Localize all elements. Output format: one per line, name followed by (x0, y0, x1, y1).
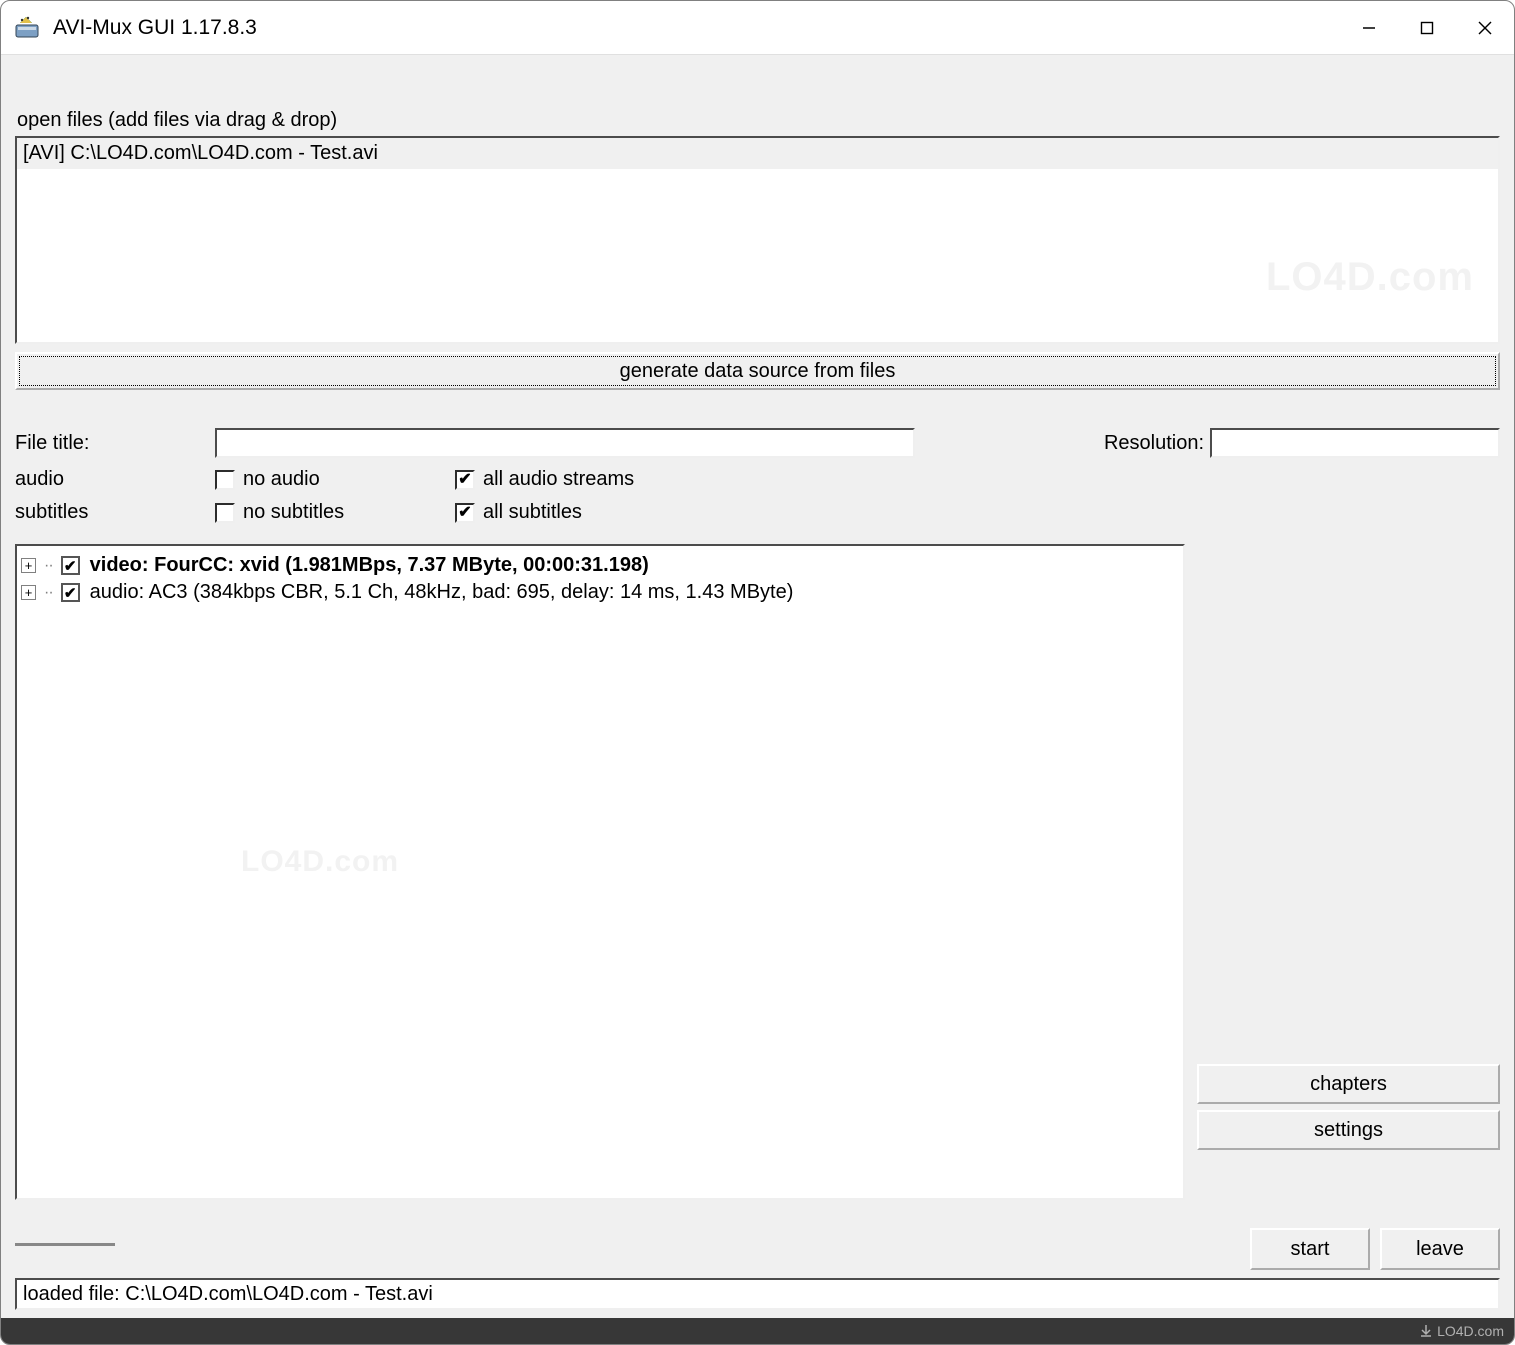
all-subtitles-checkbox[interactable]: ✔ all subtitles (455, 501, 825, 524)
tree-connector: ·· (44, 584, 53, 602)
expand-icon[interactable]: + (21, 558, 36, 573)
download-icon (1419, 1324, 1433, 1338)
maximize-button[interactable] (1398, 1, 1456, 55)
client-area: LO4D.com LO4D.com open files (add files … (1, 55, 1514, 1318)
settings-button[interactable]: settings (1197, 1110, 1500, 1150)
checkbox-icon[interactable]: ✔ (61, 556, 80, 575)
open-files-list[interactable]: [AVI] C:\LO4D.com\LO4D.com - Test.avi (15, 136, 1500, 344)
side-buttons: chapters settings (1197, 544, 1500, 1200)
checkbox-label: no audio (243, 468, 320, 491)
tree-row-audio[interactable]: + ·· ✔ audio: AC3 (384kbps CBR, 5.1 Ch, … (21, 579, 1179, 606)
tree-connector: ·· (44, 557, 53, 575)
bottom-buttons: start leave (1250, 1228, 1500, 1270)
stream-text: video: FourCC: xvid (1.981MBps, 7.37 MBy… (90, 554, 649, 577)
leave-button[interactable]: leave (1380, 1228, 1500, 1270)
start-button[interactable]: start (1250, 1228, 1370, 1270)
titlebar: AVI-Mux GUI 1.17.8.3 (1, 1, 1514, 55)
checkbox-icon (215, 470, 235, 490)
streams-tree[interactable]: + ·· ✔ video: FourCC: xvid (1.981MBps, 7… (15, 544, 1185, 1200)
checkbox-icon[interactable]: ✔ (61, 583, 80, 602)
file-title-input[interactable] (215, 428, 915, 458)
app-window: AVI-Mux GUI 1.17.8.3 LO4D.com LO4D.com o… (0, 0, 1515, 1345)
close-button[interactable] (1456, 1, 1514, 55)
footer-text: LO4D.com (1437, 1323, 1504, 1339)
checkbox-label: all audio streams (483, 468, 634, 491)
all-audio-checkbox[interactable]: ✔ all audio streams (455, 468, 825, 491)
expand-icon[interactable]: + (21, 585, 36, 600)
subtitles-row-label: subtitles (15, 501, 215, 524)
resolution-input[interactable] (1210, 428, 1500, 458)
no-audio-checkbox[interactable]: no audio (215, 468, 455, 491)
checkbox-icon: ✔ (455, 503, 475, 523)
tree-row-video[interactable]: + ·· ✔ video: FourCC: xvid (1.981MBps, 7… (21, 552, 1179, 579)
open-files-label: open files (add files via drag & drop) (17, 109, 1500, 132)
list-item[interactable]: [AVI] C:\LO4D.com\LO4D.com - Test.avi (17, 138, 1498, 169)
divider (15, 1243, 115, 1246)
checkbox-label: all subtitles (483, 501, 582, 524)
app-icon (13, 14, 41, 42)
status-bar: loaded file: C:\LO4D.com\LO4D.com - Test… (15, 1278, 1500, 1310)
checkbox-icon: ✔ (455, 470, 475, 490)
checkbox-icon (215, 503, 235, 523)
stream-text: audio: AC3 (384kbps CBR, 5.1 Ch, 48kHz, … (90, 581, 794, 604)
options-grid: File title: Resolution: audio no audio ✔… (15, 428, 1500, 524)
no-subtitles-checkbox[interactable]: no subtitles (215, 501, 455, 524)
footer-watermark: LO4D.com (1, 1318, 1514, 1344)
chapters-button[interactable]: chapters (1197, 1064, 1500, 1104)
generate-data-source-button[interactable]: generate data source from files (15, 352, 1500, 390)
window-title: AVI-Mux GUI 1.17.8.3 (53, 16, 1340, 40)
streams-row: + ·· ✔ video: FourCC: xvid (1.981MBps, 7… (15, 544, 1500, 1200)
file-title-label: File title: (15, 432, 215, 455)
checkbox-label: no subtitles (243, 501, 344, 524)
minimize-button[interactable] (1340, 1, 1398, 55)
output-row: start leave (15, 1218, 1500, 1270)
resolution-label: Resolution: (1075, 432, 1210, 455)
audio-row-label: audio (15, 468, 215, 491)
